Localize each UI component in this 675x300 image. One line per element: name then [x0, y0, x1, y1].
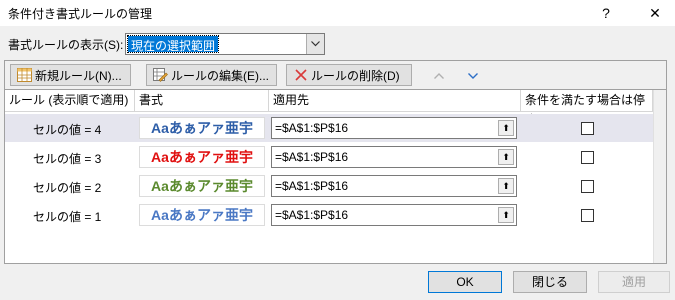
ok-button[interactable]: OK [428, 271, 502, 293]
stop-if-true-checkbox[interactable] [581, 151, 594, 164]
move-down-button[interactable] [462, 64, 484, 86]
help-button[interactable]: ? [595, 2, 617, 24]
applies-to-field[interactable]: =$A$1:$P$16 ⬆ [271, 146, 517, 168]
column-header-format: 書式 [135, 90, 269, 112]
delete-rule-label: ルールの削除(D) [311, 68, 400, 83]
stop-if-true-checkbox[interactable] [581, 180, 594, 193]
applies-to-value: =$A$1:$P$16 [275, 179, 349, 193]
scope-label: 書式ルールの表示(S): [8, 38, 124, 52]
scope-selected-value: 現在の選択範囲 [126, 35, 220, 53]
range-select-icon[interactable]: ⬆ [498, 149, 514, 165]
stop-if-true-checkbox[interactable] [581, 209, 594, 222]
rule-row[interactable]: セルの値 = 2 Aaあぁアァ亜宇 =$A$1:$P$16 ⬆ [5, 172, 653, 200]
new-rule-label: 新規ルール(N)... [35, 68, 122, 83]
range-select-icon[interactable]: ⬆ [498, 207, 514, 223]
range-select-icon[interactable]: ⬆ [498, 120, 514, 136]
rules-grid: ルール (表示順で適用) 書式 適用先 条件を満たす場合は停止 セルの値 = 4… [4, 90, 667, 264]
applies-to-value: =$A$1:$P$16 [275, 150, 349, 164]
format-preview: Aaあぁアァ亜宇 [139, 117, 265, 139]
rule-row[interactable]: セルの値 = 3 Aaあぁアァ亜宇 =$A$1:$P$16 ⬆ [5, 143, 653, 171]
column-header-stop-if-true: 条件を満たす場合は停止 [521, 90, 653, 127]
rule-name: セルの値 = 4 [33, 123, 102, 137]
range-select-icon[interactable]: ⬆ [498, 178, 514, 194]
applies-to-field[interactable]: =$A$1:$P$16 ⬆ [271, 175, 517, 197]
rule-row[interactable]: セルの値 = 4 Aaあぁアァ亜宇 =$A$1:$P$16 ⬆ [5, 114, 653, 142]
format-preview: Aaあぁアァ亜宇 [139, 146, 265, 168]
close-button[interactable]: 閉じる [513, 271, 587, 293]
format-preview: Aaあぁアァ亜宇 [139, 175, 265, 197]
new-rule-icon [17, 68, 32, 83]
rule-name: セルの値 = 3 [33, 152, 102, 166]
applies-to-value: =$A$1:$P$16 [275, 121, 349, 135]
new-rule-button[interactable]: 新規ルール(N)... [10, 64, 131, 86]
applies-to-value: =$A$1:$P$16 [275, 208, 349, 222]
applies-to-field[interactable]: =$A$1:$P$16 ⬆ [271, 117, 517, 139]
applies-to-field[interactable]: =$A$1:$P$16 ⬆ [271, 204, 517, 226]
delete-rule-button[interactable]: ルールの削除(D) [286, 64, 412, 86]
chevron-up-icon [434, 68, 444, 82]
window-title: 条件付き書式ルールの管理 [8, 7, 153, 21]
stop-if-true-checkbox[interactable] [581, 122, 594, 135]
scope-dropdown[interactable]: 現在の選択範囲 [125, 33, 325, 55]
vertical-scrollbar[interactable] [653, 90, 666, 263]
rule-name: セルの値 = 1 [33, 210, 102, 224]
chevron-down-icon [468, 68, 478, 82]
edit-rule-label: ルールの編集(E)... [171, 68, 269, 83]
move-up-button[interactable] [428, 64, 450, 86]
edit-rule-button[interactable]: ルールの編集(E)... [146, 64, 277, 86]
column-header-rule: ルール (表示順で適用) [5, 90, 135, 112]
title-bar: 条件付き書式ルールの管理 ? ✕ [0, 0, 675, 26]
delete-x-icon [293, 68, 308, 83]
rule-row[interactable]: セルの値 = 1 Aaあぁアァ亜宇 =$A$1:$P$16 ⬆ [5, 201, 653, 229]
apply-button[interactable]: 適用 [598, 271, 670, 293]
column-header-applies-to: 適用先 [269, 90, 521, 112]
edit-rule-icon [153, 68, 168, 83]
rule-name: セルの値 = 2 [33, 181, 102, 195]
close-window-button[interactable]: ✕ [644, 2, 666, 24]
chevron-down-icon[interactable] [306, 34, 324, 54]
format-preview: Aaあぁアァ亜宇 [139, 204, 265, 226]
